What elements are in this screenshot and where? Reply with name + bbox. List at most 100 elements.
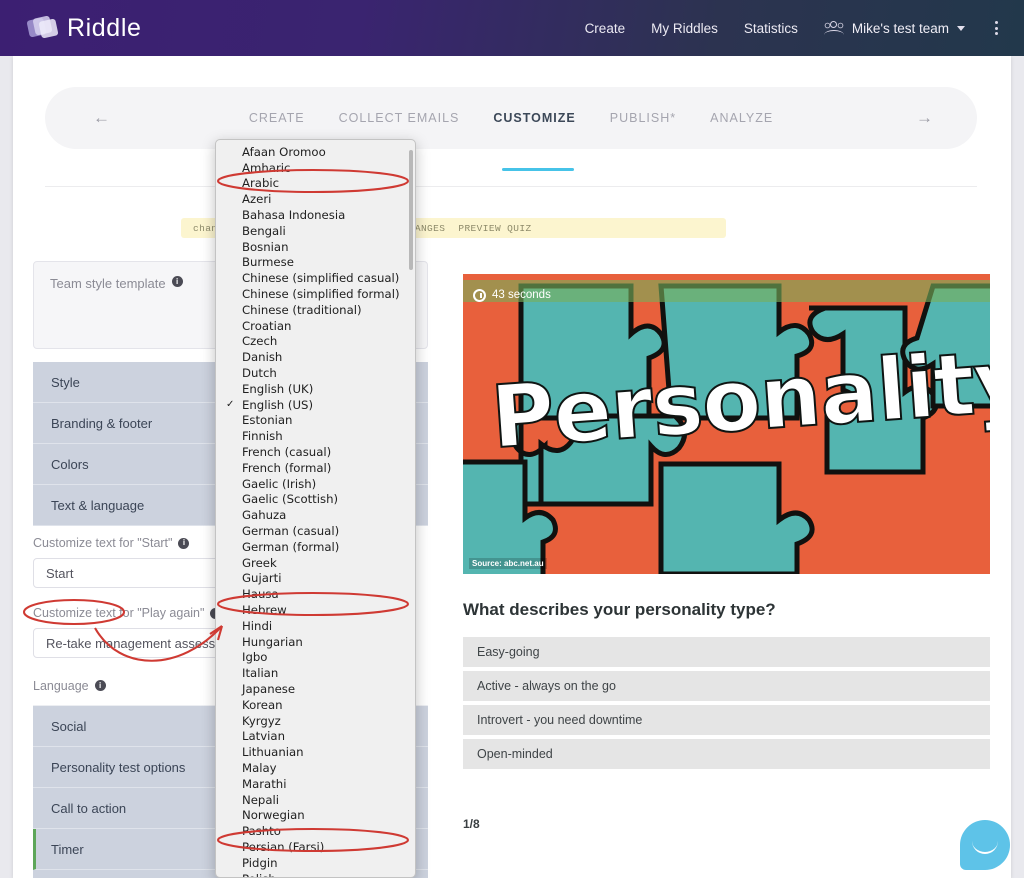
language-option[interactable]: Estonian [216,413,415,429]
language-option[interactable]: Gahuza [216,507,415,523]
answer-options-list: Easy-going Active - always on the go Int… [463,637,990,769]
preview-quiz-button[interactable]: PREVIEW QUIZ [458,223,531,234]
info-icon[interactable]: i [94,680,106,691]
tab-collect-emails[interactable]: COLLECT EMAILS [339,111,460,125]
support-chat-bubble[interactable] [960,820,1010,870]
language-option[interactable]: Hebrew [216,602,415,618]
language-option[interactable]: Norwegian [216,807,415,823]
language-option[interactable]: Azeri [216,191,415,207]
language-option[interactable]: Malay [216,760,415,776]
language-option[interactable]: Pidgin [216,855,415,871]
riddle-logo-icon [26,15,59,41]
sidebar-item-label: Text & language [51,497,145,513]
nav-link-create[interactable]: Create [585,21,626,36]
team-selector[interactable]: Mike's test team [823,21,965,36]
language-option[interactable]: German (formal) [216,539,415,555]
language-option[interactable]: Igbo [216,650,415,666]
language-option[interactable]: Japanese [216,681,415,697]
language-option-label: Gujarti [242,571,282,586]
language-option-label: Hebrew [242,603,287,617]
language-option[interactable]: Gujarti [216,571,415,587]
brand-logo[interactable]: Riddle [26,14,141,43]
nav-link-my-riddles[interactable]: My Riddles [651,21,718,36]
language-option[interactable]: Hausa [216,586,415,602]
sidebar-item-label: Call to action [51,800,127,816]
language-option[interactable]: ✓ English (US) [216,397,415,413]
language-option[interactable]: French (formal) [216,460,415,476]
app-root: Riddle Create My Riddles Statistics Mike… [0,0,1024,878]
language-option-label: French (casual) [242,445,332,460]
language-option[interactable]: Burmese [216,255,415,271]
language-option[interactable]: Latvian [216,728,415,744]
language-option-label: Bengali [242,223,286,238]
language-option-label: Finnish [242,429,283,444]
language-option-label: Bosnian [242,239,289,254]
language-option-label: Hungarian [242,634,303,649]
language-option[interactable]: Hindi [216,618,415,634]
language-option[interactable]: Arabic [216,176,415,192]
answer-option[interactable]: Easy-going [463,637,990,667]
language-option-label: Italian [242,666,279,681]
overflow-menu-icon[interactable] [991,17,1002,39]
language-option[interactable]: Kyrgyz [216,713,415,729]
tab-publish[interactable]: PUBLISH* [610,111,676,125]
language-option[interactable]: Bengali [216,223,415,239]
language-option-label: Greek [242,555,277,570]
tab-customize[interactable]: CUSTOMIZE [493,111,575,125]
language-option-label: Afaan Oromoo [242,144,326,159]
language-option[interactable]: French (casual) [216,444,415,460]
language-option[interactable]: Chinese (simplified formal) [216,286,415,302]
language-option[interactable]: Italian [216,665,415,681]
tab-analyze[interactable]: ANALYZE [710,111,773,125]
language-option[interactable]: Nepali [216,792,415,808]
language-option[interactable]: Korean [216,697,415,713]
timer-badge: 43 seconds [473,284,551,306]
language-option-label: Hausa [242,587,279,602]
language-option[interactable]: German (casual) [216,523,415,539]
info-icon[interactable]: i [178,537,190,549]
language-option[interactable]: Bosnian [216,239,415,255]
language-option[interactable]: Afaan Oromoo [216,144,415,160]
language-option[interactable]: Finnish [216,428,415,444]
answer-option[interactable]: Open-minded [463,739,990,769]
language-option[interactable]: Lithuanian [216,744,415,760]
language-option[interactable]: Greek [216,555,415,571]
answer-option[interactable]: Active - always on the go [463,671,990,701]
language-option[interactable]: Croatian [216,318,415,334]
language-option[interactable]: Danish [216,349,415,365]
step-forward-arrow[interactable]: → [916,108,933,128]
language-option[interactable]: Chinese (traditional) [216,302,415,318]
language-option[interactable]: Dutch [216,365,415,381]
nav-link-statistics[interactable]: Statistics [744,21,798,36]
language-option[interactable]: Marathi [216,776,415,792]
language-option-label: French (formal) [242,460,332,475]
language-option[interactable]: English (UK) [216,381,415,397]
language-option-label: Chinese (simplified casual) [242,271,400,286]
sidebar-item-label: Timer [51,841,84,857]
language-option[interactable]: Chinese (simplified casual) [216,270,415,286]
language-option[interactable]: Persian (Farsi) [216,839,415,855]
language-option[interactable]: Hungarian [216,634,415,650]
info-icon[interactable]: i [171,276,183,287]
play-again-text-label-text: Customize text for "Play again" [33,606,205,620]
language-option[interactable]: Amharic [216,160,415,176]
quiz-hero-image: 43 seconds Personality Source: abc.net.a… [463,274,990,574]
start-text-label-text: Customize text for "Start" [33,536,173,550]
clock-icon [473,288,486,302]
language-option[interactable]: Pashto [216,823,415,839]
language-option[interactable]: Czech [216,334,415,350]
language-option[interactable]: Polish [216,871,415,877]
language-option[interactable]: Bahasa Indonesia [216,207,415,223]
dropdown-scrollbar[interactable] [409,150,413,270]
language-option-label: Chinese (traditional) [242,302,362,317]
answer-option[interactable]: Introvert - you need downtime [463,705,990,735]
language-option[interactable]: Gaelic (Scottish) [216,492,415,508]
language-option-label: Gaelic (Irish) [242,476,317,491]
language-option-label: Burmese [242,255,294,270]
language-option-label: Croatian [242,318,292,333]
language-dropdown-menu[interactable]: Afaan Oromoo Amharic Arabic Azeri Bahasa Ind… [215,139,416,878]
tab-create[interactable]: CREATE [249,111,305,125]
language-option[interactable]: Gaelic (Irish) [216,476,415,492]
header-divider [45,186,977,187]
chevron-down-icon [957,25,965,31]
